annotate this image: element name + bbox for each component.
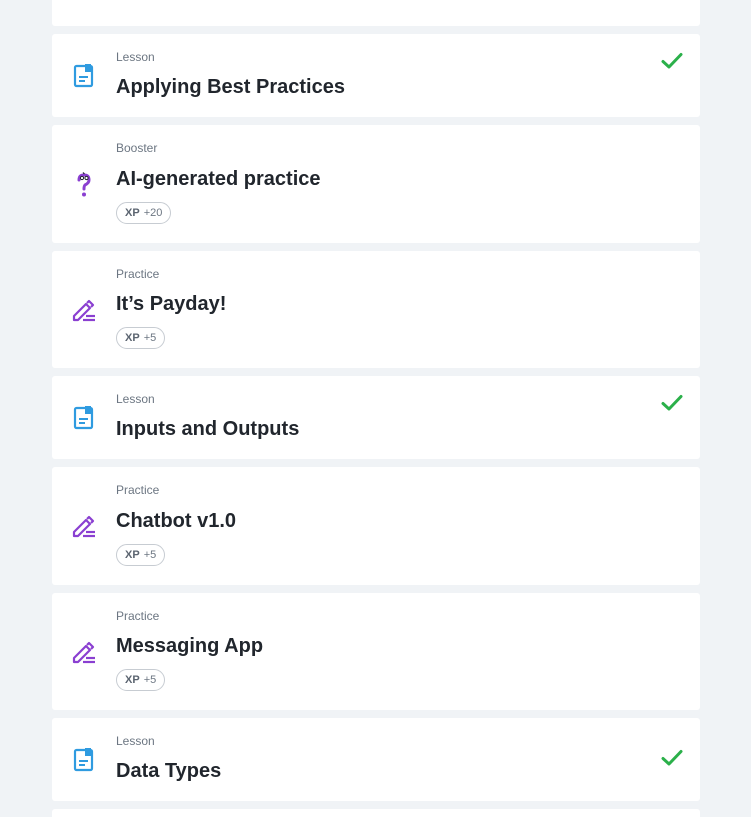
next-item-card[interactable] (52, 809, 700, 817)
curriculum-list: Lesson Applying Best Practices Booster A… (0, 0, 751, 817)
list-item-messaging-app[interactable]: Practice Messaging App XP +5 (52, 593, 700, 710)
list-item-applying-best-practices[interactable]: Lesson Applying Best Practices (52, 34, 700, 117)
xp-badge: XP +5 (116, 669, 166, 691)
xp-value: +5 (143, 549, 157, 561)
practice-pencil-icon (70, 512, 98, 540)
lesson-icon (70, 746, 98, 774)
item-type-label: Practice (116, 609, 160, 623)
xp-badge: XP +5 (116, 327, 166, 349)
lesson-icon (70, 404, 98, 432)
item-title: AI-generated practice (116, 168, 321, 190)
item-title: Messaging App (116, 635, 264, 657)
xp-value: +20 (143, 207, 163, 219)
item-title: Applying Best Practices (116, 76, 345, 98)
xp-value: +5 (143, 332, 157, 344)
item-type-label: Lesson (116, 734, 155, 748)
item-title: Inputs and Outputs (116, 418, 300, 440)
xp-label: XP (125, 332, 140, 344)
practice-pencil-icon (70, 296, 98, 324)
item-title: Data Types (116, 760, 222, 782)
xp-badge: XP +20 (116, 202, 172, 224)
list-item-chatbot-v1[interactable]: Practice Chatbot v1.0 XP +5 (52, 467, 700, 585)
item-type-label: Practice (116, 267, 160, 281)
completed-check-icon (660, 391, 684, 415)
xp-label: XP (125, 674, 140, 686)
xp-label: XP (125, 549, 140, 561)
xp-value: +5 (143, 674, 157, 686)
list-item-data-types[interactable]: Lesson Data Types (52, 718, 700, 801)
xp-label: XP (125, 207, 140, 219)
item-type-label: Lesson (116, 50, 155, 64)
list-item-its-payday[interactable]: Practice It’s Payday! XP +5 (52, 251, 700, 368)
xp-badge: XP +5 (116, 544, 166, 566)
completed-check-icon (660, 49, 684, 73)
list-item-inputs-and-outputs[interactable]: Lesson Inputs and Outputs (52, 376, 700, 459)
previous-item-card[interactable] (52, 0, 700, 26)
item-title: It’s Payday! (116, 293, 227, 315)
practice-pencil-icon (70, 638, 98, 666)
lesson-icon (70, 62, 98, 90)
item-type-label: Lesson (116, 392, 155, 406)
booster-question-icon (70, 171, 98, 199)
completed-check-icon (660, 746, 684, 770)
item-type-label: Practice (116, 483, 160, 497)
item-title: Chatbot v1.0 (116, 510, 237, 532)
item-type-label: Booster (116, 141, 158, 155)
list-item-ai-generated-practice[interactable]: Booster AI-generated practice XP +20 (52, 125, 700, 243)
